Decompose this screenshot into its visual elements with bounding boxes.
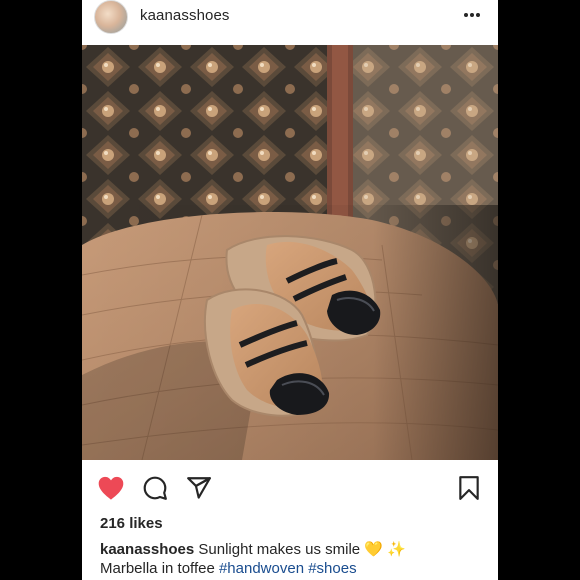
bookmark-icon[interactable] bbox=[454, 473, 484, 503]
instagram-post: kaanasshoes 216 likes kaanasshoes Sunlig… bbox=[82, 0, 498, 580]
likes-count[interactable]: 216 likes bbox=[100, 515, 163, 532]
caption-username[interactable]: kaanasshoes bbox=[100, 541, 194, 558]
comment-icon[interactable] bbox=[140, 473, 170, 503]
hashtag-shoes[interactable]: #shoes bbox=[308, 560, 356, 577]
more-horizontal-icon[interactable] bbox=[462, 5, 482, 25]
avatar[interactable] bbox=[94, 0, 128, 34]
hashtag-handwoven[interactable]: #handwoven bbox=[219, 560, 304, 577]
paper-plane-icon[interactable] bbox=[184, 473, 214, 503]
post-header: kaanasshoes bbox=[82, 0, 498, 42]
username[interactable]: kaanasshoes bbox=[140, 7, 230, 24]
caption-text: Sunlight makes us smile 💛 ✨ bbox=[194, 541, 406, 558]
caption-text-2: Marbella in toffee bbox=[100, 560, 219, 577]
post-photo[interactable] bbox=[82, 45, 498, 460]
post-actions bbox=[82, 470, 498, 506]
heart-filled-icon[interactable] bbox=[96, 473, 126, 503]
post-caption: kaanasshoes Sunlight makes us smile 💛 ✨ … bbox=[100, 540, 490, 578]
